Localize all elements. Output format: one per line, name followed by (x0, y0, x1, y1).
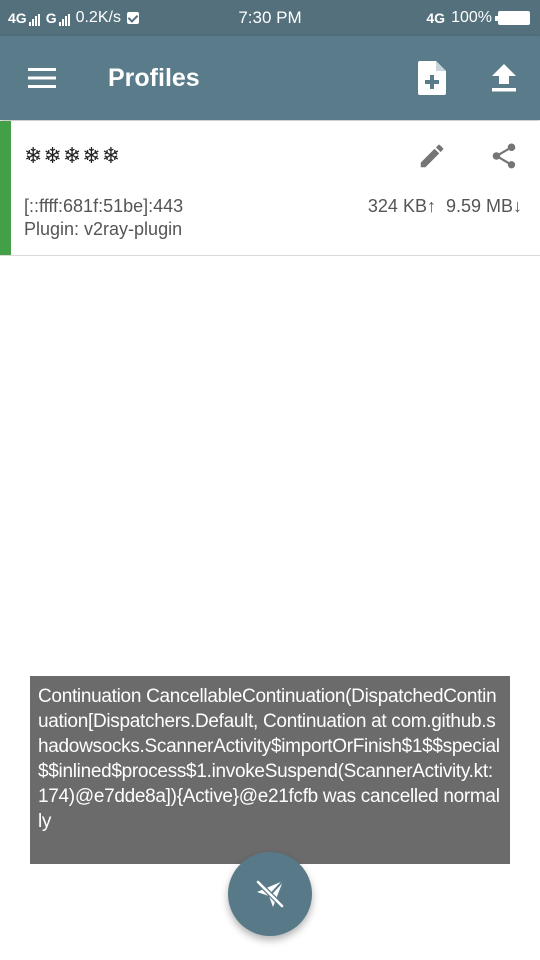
profile-address: [::ffff:681f:51be]:443 (24, 196, 184, 216)
traffic-rx: 9.59 MB↓ (445, 196, 522, 216)
upload-icon (492, 64, 516, 92)
import-button[interactable] (484, 58, 524, 98)
add-file-icon (418, 61, 446, 95)
share-button[interactable] (484, 136, 524, 176)
page-title: Profiles (108, 63, 200, 92)
traffic-tx: 324 KB↑ (367, 196, 436, 216)
network-type-3: 4G (426, 10, 446, 26)
edit-button[interactable] (412, 136, 452, 176)
share-icon (492, 143, 516, 169)
app-bar: Profiles (0, 36, 540, 120)
airplane-off-icon (255, 879, 285, 909)
menu-icon (28, 68, 56, 88)
pencil-icon (420, 144, 444, 168)
profile-traffic: 324 KB↑ 9.59 MB↓ (368, 196, 522, 217)
new-profile-button[interactable] (412, 58, 452, 98)
profile-name: ❄❄❄❄❄ (24, 143, 122, 168)
signal-3: 4G (426, 10, 445, 26)
menu-button[interactable] (22, 58, 62, 98)
status-right: 4G 100% (426, 0, 530, 36)
status-bar: 4G G 0.2K/s 7:30 PM 4G 100% (0, 0, 540, 36)
connect-fab-button[interactable] (228, 852, 312, 936)
active-indicator (0, 121, 11, 255)
toast-message: Continuation CancellableContinuation(Dis… (30, 676, 510, 864)
profile-plugin: Plugin: v2ray-plugin (24, 219, 183, 239)
profile-item[interactable]: ❄❄❄❄❄ [::ffff:681f:51be]:443 Plugin: v2r… (0, 121, 540, 256)
battery-icon (495, 11, 530, 25)
battery-percent: 100% (451, 9, 492, 26)
